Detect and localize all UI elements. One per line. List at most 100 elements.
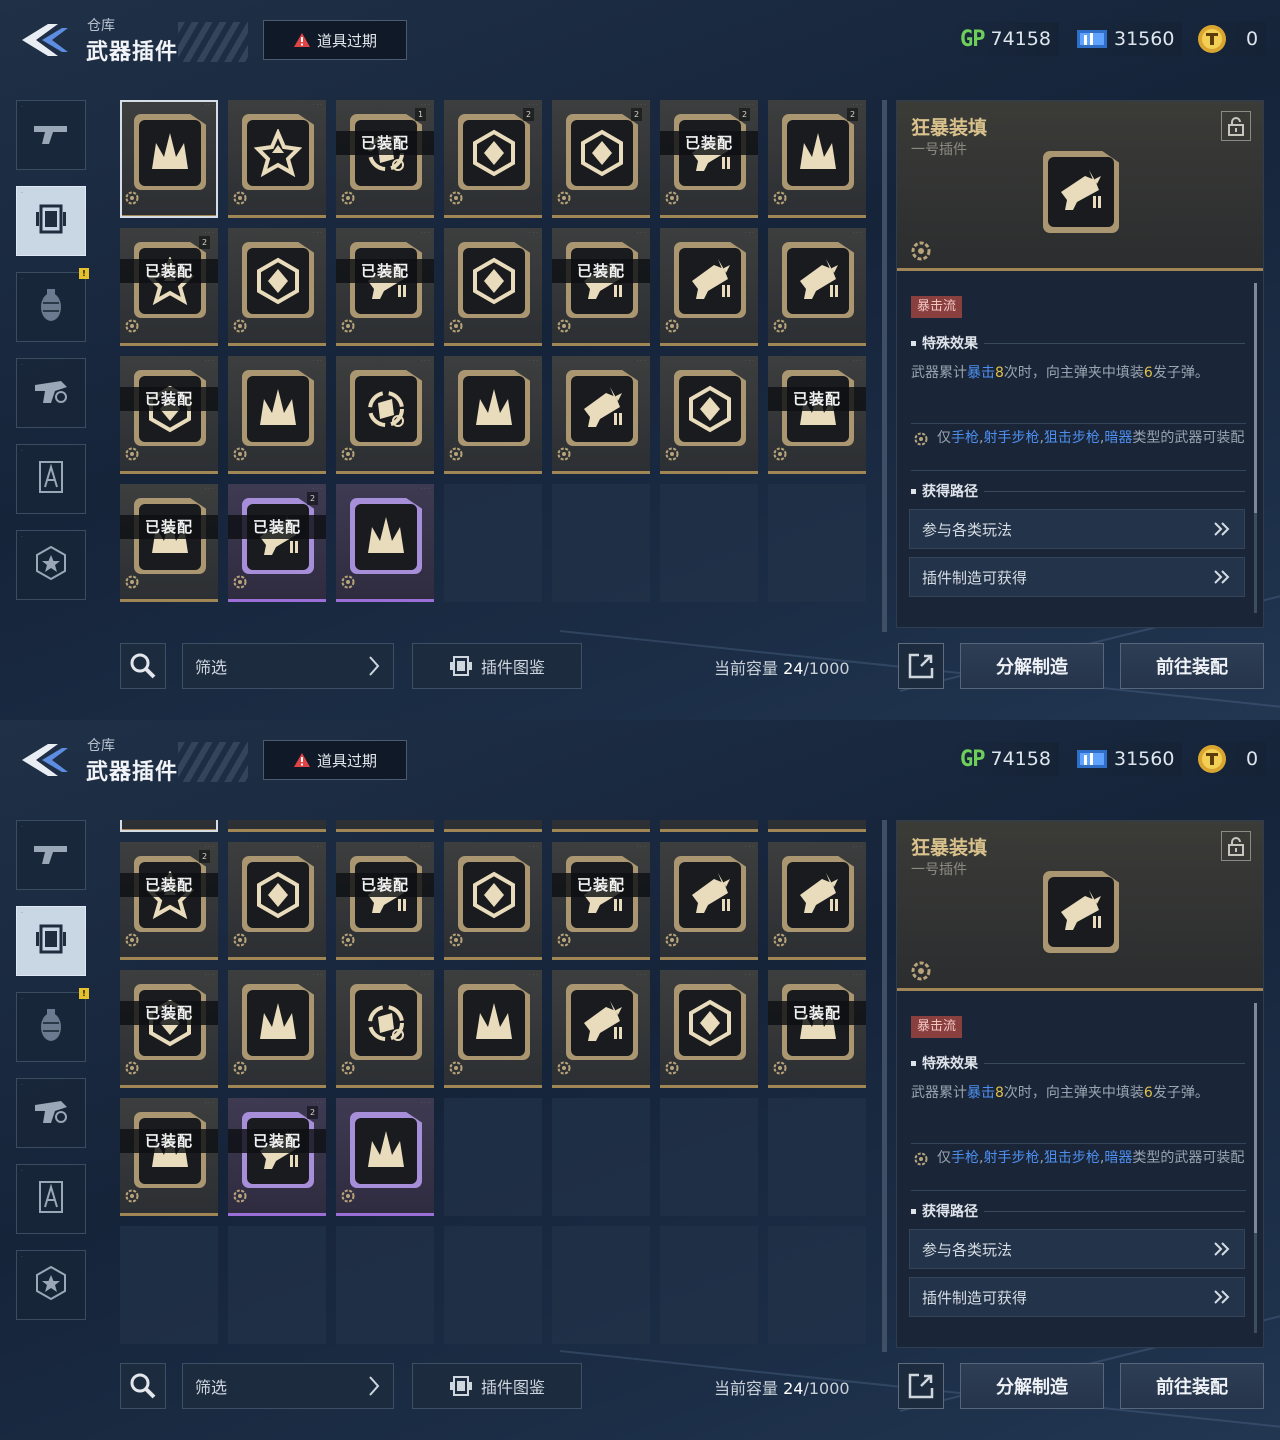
plugin-slot[interactable]: · · · bbox=[228, 820, 326, 832]
plugin-slot[interactable]: · · ·2已装配 bbox=[660, 820, 758, 832]
back-button[interactable] bbox=[18, 18, 78, 64]
plugin-slot[interactable]: · · · bbox=[120, 100, 218, 218]
filter-dropdown[interactable]: 筛选 bbox=[182, 643, 394, 689]
plugin-slot[interactable]: · · · bbox=[552, 356, 650, 474]
equipped-label: 已装配 bbox=[660, 131, 758, 155]
plugin-slot[interactable]: · · ·1已装配 bbox=[336, 820, 434, 832]
item-expire-button[interactable]: 道具过期 bbox=[263, 20, 407, 60]
sidebar-item-weapon-parts[interactable]: · bbox=[16, 1078, 86, 1148]
grid-scrollbar[interactable] bbox=[882, 820, 887, 1352]
sidebar-item-pistol[interactable]: · bbox=[16, 100, 86, 170]
filter-dropdown[interactable]: 筛选 bbox=[182, 1363, 394, 1409]
plugin-slot[interactable]: · · · bbox=[228, 100, 326, 218]
plugin-slot[interactable]: · · · bbox=[336, 970, 434, 1088]
dismantle-button[interactable]: 分解制造 bbox=[960, 1363, 1104, 1409]
sidebar-item-compass[interactable]: · bbox=[16, 444, 86, 514]
plugin-slot[interactable]: · · · bbox=[660, 356, 758, 474]
plugin-slot[interactable]: · · · bbox=[444, 228, 542, 346]
plugin-slot[interactable]: · · ·2已装配 bbox=[660, 100, 758, 218]
sidebar-item-plugin[interactable]: · bbox=[16, 186, 86, 256]
sidebar-item-weapon-parts[interactable]: · bbox=[16, 358, 86, 428]
plugin-slot[interactable]: · · · bbox=[768, 228, 866, 346]
share-button[interactable] bbox=[898, 1363, 944, 1409]
plugin-slot[interactable]: · · ·2已装配 bbox=[120, 842, 218, 960]
plugin-slot[interactable]: · · ·2 bbox=[768, 100, 866, 218]
plugin-slot[interactable]: · · · bbox=[660, 228, 758, 346]
route-crafting[interactable]: 插件制造可获得 bbox=[909, 557, 1245, 597]
plugin-slot[interactable]: · · · 已装配 bbox=[336, 228, 434, 346]
plugin-slot[interactable]: · · · bbox=[336, 484, 434, 602]
plugin-slot[interactable]: · · · bbox=[228, 970, 326, 1088]
route-crafting-label: 插件制造可获得 bbox=[922, 1288, 1028, 1307]
route-crafting[interactable]: 插件制造可获得 bbox=[909, 1277, 1245, 1317]
source-heading: 获得路径 bbox=[911, 481, 1245, 501]
double-chevron-icon bbox=[1214, 570, 1230, 584]
plugin-slot[interactable]: · · · bbox=[768, 842, 866, 960]
plugin-codex-button[interactable]: 插件图鉴 bbox=[412, 1363, 582, 1409]
sidebar-item-plugin[interactable]: · bbox=[16, 906, 86, 976]
gear-icon bbox=[233, 447, 247, 461]
plugin-slot[interactable]: · · ·2已装配 bbox=[228, 484, 326, 602]
plugin-slot[interactable]: · · ·2 bbox=[444, 100, 542, 218]
plugin-codex-button[interactable]: 插件图鉴 bbox=[412, 643, 582, 689]
grid-scrollbar[interactable] bbox=[882, 100, 887, 632]
gear-icon bbox=[341, 575, 355, 589]
plugin-slot[interactable]: · · · 已装配 bbox=[120, 356, 218, 474]
plugin-slot[interactable]: · · · bbox=[336, 356, 434, 474]
search-button[interactable] bbox=[120, 1363, 166, 1409]
item-expire-button[interactable]: 道具过期 bbox=[263, 740, 407, 780]
plugin-slot[interactable]: · · ·2 bbox=[768, 820, 866, 832]
go-equip-label: 前往装配 bbox=[1156, 657, 1228, 678]
plugin-slot[interactable]: · · · bbox=[444, 842, 542, 960]
plugin-slot[interactable]: · · · 已装配 bbox=[120, 1098, 218, 1216]
gear-icon bbox=[773, 447, 787, 461]
sidebar-item-grenade[interactable]: · bbox=[16, 272, 86, 342]
plugin-slot[interactable]: · · · bbox=[552, 970, 650, 1088]
gear-icon bbox=[557, 447, 571, 461]
plugin-slot[interactable]: · · · bbox=[444, 356, 542, 474]
plugin-slot[interactable]: · · · 已装配 bbox=[120, 484, 218, 602]
go-equip-button[interactable]: 前往装配 bbox=[1120, 1363, 1264, 1409]
plugin-slot[interactable]: · · · bbox=[660, 970, 758, 1088]
plugin-slot[interactable]: · · ·2 bbox=[444, 820, 542, 832]
sidebar-item-grenade[interactable]: · bbox=[16, 992, 86, 1062]
plugin-slot[interactable]: · · ·2 bbox=[552, 100, 650, 218]
plugin-slot[interactable]: · · · bbox=[120, 820, 218, 832]
go-equip-button[interactable]: 前往装配 bbox=[1120, 643, 1264, 689]
compass-icon bbox=[35, 1179, 67, 1219]
plugin-slot[interactable]: · · · 已装配 bbox=[768, 970, 866, 1088]
plugin-slot[interactable]: · · ·2已装配 bbox=[120, 228, 218, 346]
route-gameplay[interactable]: 参与各类玩法 bbox=[909, 1229, 1245, 1269]
sidebar-item-pistol[interactable]: · bbox=[16, 820, 86, 890]
empty-slot bbox=[660, 484, 758, 602]
plugin-slot[interactable]: · · · bbox=[660, 842, 758, 960]
detail-scrollbar[interactable] bbox=[1254, 1003, 1257, 1333]
lock-button[interactable] bbox=[1221, 111, 1251, 141]
dismantle-button[interactable]: 分解制造 bbox=[960, 643, 1104, 689]
plugin-slot[interactable]: · · · 已装配 bbox=[768, 356, 866, 474]
sidebar-item-star-badge[interactable]: · bbox=[16, 1250, 86, 1320]
sidebar-item-star-badge[interactable]: · bbox=[16, 530, 86, 600]
equipped-label: 已装配 bbox=[120, 387, 218, 411]
plugin-slot[interactable]: · · · 已装配 bbox=[552, 228, 650, 346]
sidebar-item-compass[interactable]: · bbox=[16, 1164, 86, 1234]
plugin-slot[interactable]: · · · 已装配 bbox=[336, 842, 434, 960]
gear-icon bbox=[665, 319, 679, 333]
plugin-slot[interactable]: · · · 已装配 bbox=[552, 842, 650, 960]
plugin-slot[interactable]: · · ·2已装配 bbox=[228, 1098, 326, 1216]
plugin-slot[interactable]: · · · bbox=[228, 228, 326, 346]
route-gameplay[interactable]: 参与各类玩法 bbox=[909, 509, 1245, 549]
plugin-slot[interactable]: · · ·1已装配 bbox=[336, 100, 434, 218]
plugin-grid: · · ·· · ·· · ·1已装配· · ·2· · ·2· · ·2已装配… bbox=[118, 100, 870, 632]
lock-button[interactable] bbox=[1221, 831, 1251, 861]
back-button[interactable] bbox=[18, 738, 78, 784]
detail-scrollbar[interactable] bbox=[1254, 283, 1257, 613]
search-button[interactable] bbox=[120, 643, 166, 689]
plugin-slot[interactable]: · · · 已装配 bbox=[120, 970, 218, 1088]
plugin-slot[interactable]: · · · bbox=[228, 356, 326, 474]
plugin-slot[interactable]: · · · bbox=[444, 970, 542, 1088]
plugin-slot[interactable]: · · · bbox=[336, 1098, 434, 1216]
share-button[interactable] bbox=[898, 643, 944, 689]
plugin-slot[interactable]: · · ·2 bbox=[552, 820, 650, 832]
plugin-slot[interactable]: · · · bbox=[228, 842, 326, 960]
